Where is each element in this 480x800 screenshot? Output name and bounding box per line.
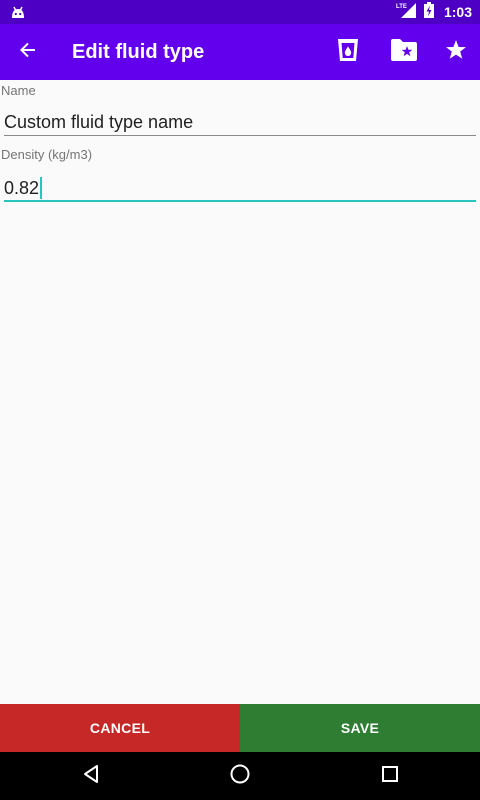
signal-icon: LTE	[396, 2, 418, 23]
nav-home-icon	[229, 763, 251, 790]
battery-charging-icon	[423, 1, 434, 23]
name-input[interactable]: Custom fluid type name	[4, 112, 193, 133]
folder-star-icon	[390, 38, 418, 67]
nav-recents-button[interactable]	[374, 760, 406, 792]
page-title: Edit fluid type	[72, 41, 205, 63]
network-badge: LTE	[396, 4, 407, 10]
status-icons: LTE 1:03	[396, 0, 472, 24]
folder-favorite-button[interactable]	[386, 34, 422, 70]
name-underline	[4, 135, 476, 136]
nav-home-button[interactable]	[224, 760, 256, 792]
nav-back-button[interactable]	[75, 760, 107, 792]
arrow-back-icon	[18, 40, 38, 65]
status-bar: LTE 1:03	[0, 0, 480, 24]
fluid-type-button[interactable]	[330, 34, 366, 70]
status-time: 1:03	[443, 4, 472, 20]
density-input[interactable]: 0.82	[4, 177, 43, 199]
cancel-button[interactable]: CANCEL	[0, 704, 240, 752]
density-underline	[4, 200, 476, 202]
app-bar: Edit fluid type	[0, 24, 480, 80]
nav-back-icon	[81, 764, 101, 789]
name-label: Name	[1, 83, 36, 98]
navigation-bar	[0, 752, 480, 800]
density-label: Density (kg/m3)	[1, 147, 93, 162]
star-icon	[445, 39, 467, 66]
back-button[interactable]	[10, 34, 46, 70]
fluid-glass-icon	[335, 37, 361, 68]
favorite-button[interactable]	[438, 34, 474, 70]
text-cursor	[40, 177, 43, 199]
android-icon	[10, 5, 26, 24]
save-button[interactable]: SAVE	[240, 704, 480, 752]
density-value: 0.82	[4, 177, 40, 198]
nav-recents-icon	[381, 765, 399, 788]
